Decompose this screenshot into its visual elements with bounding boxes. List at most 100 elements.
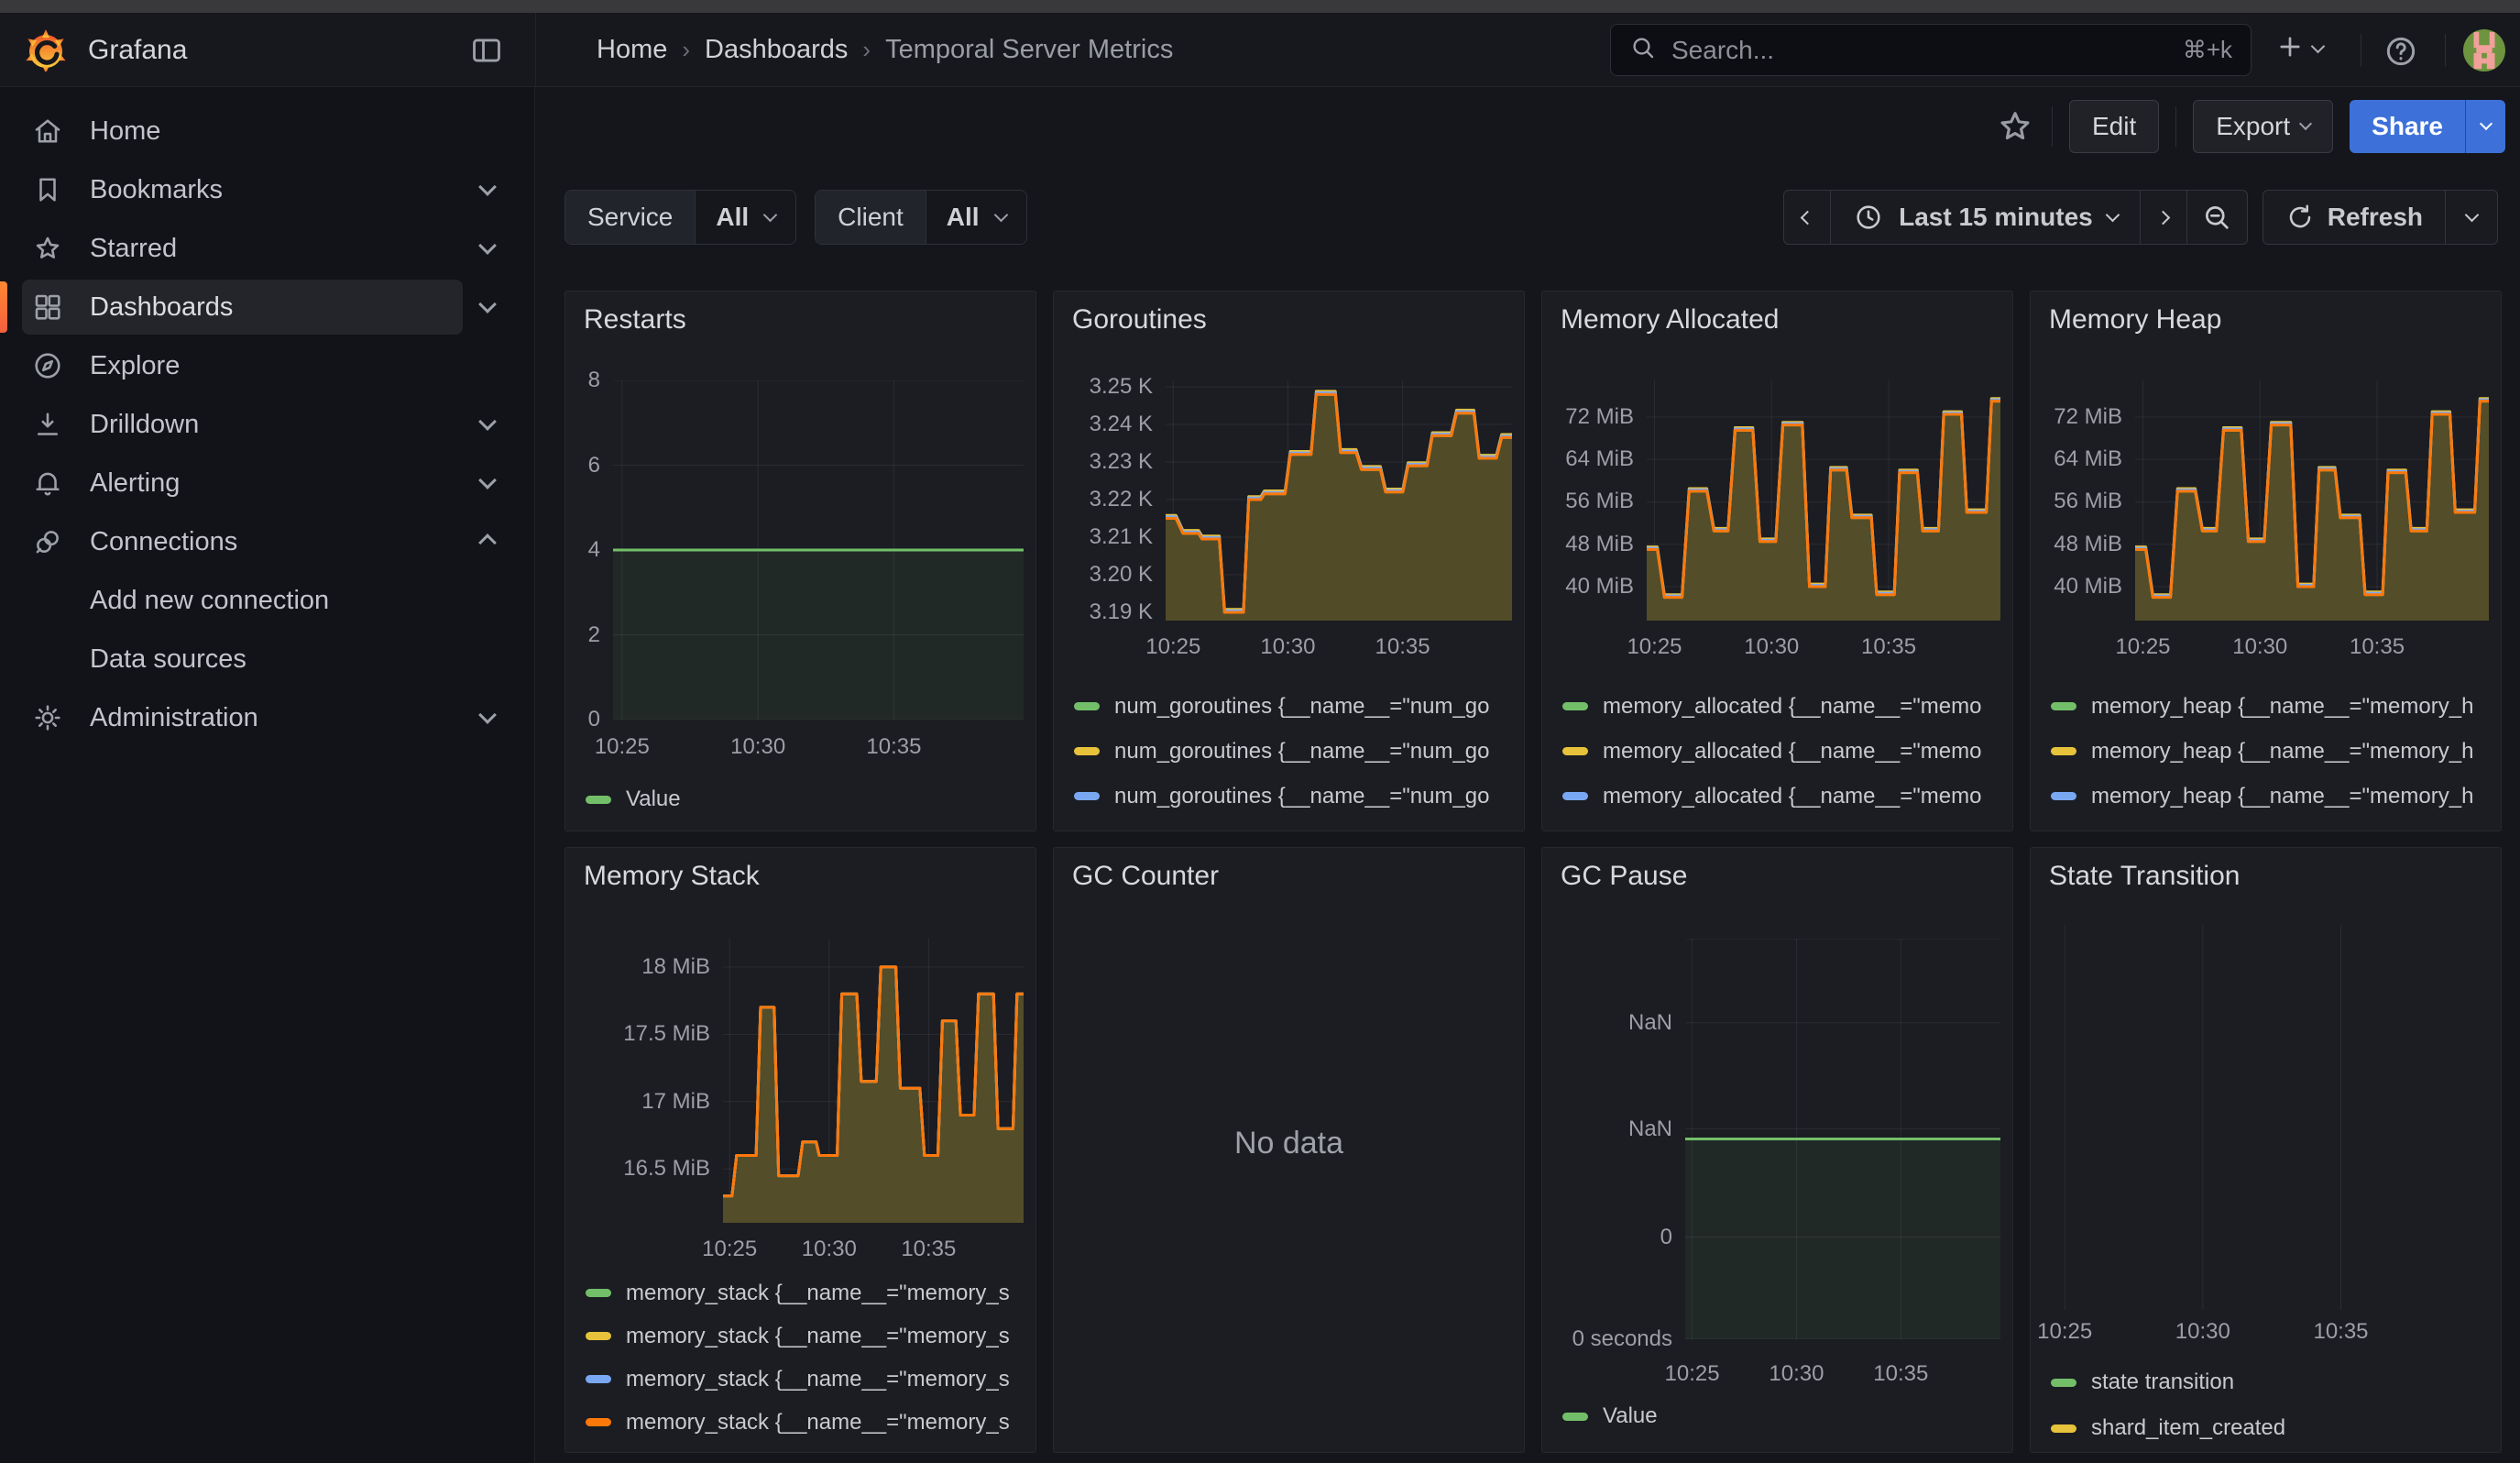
legend-item[interactable]: memory_stack {__name__="memory_s: [586, 1358, 1028, 1401]
window-top-strip: [0, 0, 2520, 13]
legend-item[interactable]: shard_item_created: [2051, 1405, 2493, 1451]
breadcrumb-home[interactable]: Home: [597, 35, 667, 65]
sidebar-item-dashboards[interactable]: Dashboards: [0, 278, 534, 336]
sidebar-toggle-icon[interactable]: [469, 33, 504, 68]
x-axis-tick: 10:25: [1109, 634, 1237, 660]
drilldown-icon: [31, 408, 64, 441]
client-filter[interactable]: Client All: [815, 190, 1026, 245]
refresh-interval-chevron[interactable]: [2445, 190, 2498, 245]
edit-button[interactable]: Edit: [2069, 100, 2159, 153]
time-back-button[interactable]: [1783, 190, 1831, 245]
chart-plot-area[interactable]: [1647, 380, 2000, 621]
legend-item[interactable]: memory_heap {__name__="memory_h: [2051, 819, 2493, 831]
time-forward-button[interactable]: [2140, 190, 2187, 245]
y-axis-tick: 3.19 K: [1054, 600, 1153, 625]
time-range-picker[interactable]: Last 15 minutes: [1831, 190, 2140, 245]
chart-plot-area[interactable]: [1166, 380, 1512, 621]
panel-title[interactable]: State Transition: [2049, 861, 2240, 892]
sidebar-item-alerting[interactable]: Alerting: [0, 454, 534, 512]
refresh-button[interactable]: Refresh: [2263, 190, 2446, 245]
panel-title[interactable]: Goroutines: [1072, 304, 1207, 336]
search-input-box[interactable]: ⌘+k: [1610, 24, 2252, 76]
client-filter-value[interactable]: All: [926, 191, 1026, 244]
legend-item[interactable]: memory_heap {__name__="memory_h: [2051, 729, 2493, 774]
legend-item[interactable]: num_goroutines {__name__="num_go: [1074, 684, 1517, 729]
x-axis-tick: 10:30: [1707, 634, 1835, 660]
chart-plot-area[interactable]: [723, 939, 1024, 1223]
legend-item[interactable]: num_goroutines {__name__="num_go: [1074, 729, 1517, 774]
legend-item[interactable]: memory_allocated {__name__="memo: [1562, 819, 2005, 831]
legend-item[interactable]: memory_stack {__name__="memory_s: [586, 1271, 1028, 1314]
legend-item[interactable]: Value: [586, 777, 1028, 821]
sidebar-item-connections[interactable]: Connections: [0, 512, 534, 571]
zoom-out-button[interactable]: [2187, 190, 2248, 245]
legend-item[interactable]: memory_stack {__name__="memory_s: [586, 1401, 1028, 1444]
legend-item[interactable]: memory_stack {__name__="memory_s: [586, 1314, 1028, 1358]
grafana-app: Grafana Home › Dashboards › Temporal Ser…: [0, 0, 2520, 1463]
chevron-down-icon: [993, 207, 1008, 222]
search-input[interactable]: [1670, 35, 2170, 66]
sidebar-item-data-sources[interactable]: Data sources: [0, 630, 534, 688]
chevron-down-icon: [481, 710, 494, 726]
chevron-down-icon: [2105, 207, 2120, 222]
panel-title[interactable]: GC Counter: [1072, 861, 1219, 892]
x-axis-tick: 10:25: [2078, 634, 2207, 660]
legend-item[interactable]: num_goroutines {__name__="num_go: [1074, 819, 1517, 831]
chart-plot-area[interactable]: [2040, 925, 2493, 1310]
legend-item[interactable]: memory_allocated {__name__="memo: [1562, 729, 2005, 774]
sidebar-item-administration[interactable]: Administration: [0, 688, 534, 747]
chart-plot-area[interactable]: [1685, 939, 2000, 1339]
chart-plot-area[interactable]: [2135, 380, 2489, 621]
legend-item[interactable]: memory_allocated {__name__="memo: [1562, 774, 2005, 819]
chevron-down-icon: [481, 240, 494, 257]
legend-item[interactable]: Value: [1562, 1394, 2005, 1438]
x-axis-tick: 10:35: [1824, 634, 1953, 660]
help-icon[interactable]: [2383, 33, 2419, 70]
chevron-left-icon: [1800, 210, 1814, 225]
panel-title[interactable]: Restarts: [584, 304, 686, 336]
share-button[interactable]: Share: [2350, 100, 2465, 153]
y-axis-tick: 3.24 K: [1054, 412, 1153, 437]
panel-title[interactable]: GC Pause: [1561, 861, 1687, 892]
add-new-button[interactable]: [2274, 31, 2323, 67]
export-button[interactable]: Export: [2193, 100, 2333, 153]
legend-series-label: Value: [626, 786, 681, 812]
bookmark-icon: [31, 173, 64, 206]
sidebar-item-add-new-connection[interactable]: Add new connection: [0, 571, 534, 630]
chevron-down-icon: [2299, 116, 2312, 129]
grafana-logo-icon[interactable]: [24, 28, 68, 72]
legend-item[interactable]: state transition: [2051, 1359, 2493, 1405]
legend-item[interactable]: memory_allocated {__name__="memo: [1562, 684, 2005, 729]
sidebar-item-starred[interactable]: Starred: [0, 219, 534, 278]
panel-title[interactable]: Memory Stack: [584, 861, 760, 892]
variable-filters: Service All Client All: [564, 190, 1027, 245]
sidebar-item-bookmarks[interactable]: Bookmarks: [0, 160, 534, 219]
share-options-chevron[interactable]: [2465, 100, 2505, 153]
legend-series-swatch: [2051, 747, 2076, 755]
legend-item[interactable]: memory_heap {__name__="memory_h: [2051, 684, 2493, 729]
legend-series-label: num_goroutines {__name__="num_go: [1114, 694, 1490, 720]
panel-title[interactable]: Memory Heap: [2049, 304, 2221, 336]
filter-label: Client: [816, 191, 926, 244]
legend-series-label: num_goroutines {__name__="num_go: [1114, 739, 1490, 764]
breadcrumb-dashboards[interactable]: Dashboards: [705, 35, 848, 65]
zoom-out-icon: [2201, 202, 2232, 233]
chart-plot-area[interactable]: [613, 380, 1024, 720]
sidebar-item-drilldown[interactable]: Drilldown: [0, 395, 534, 454]
y-axis-tick: 64 MiB: [1542, 446, 1634, 472]
legend-series-label: memory_stack {__name__="memory_s: [626, 1367, 1010, 1392]
legend-series-swatch: [1562, 747, 1588, 755]
y-axis-tick: 0: [565, 707, 600, 732]
sidebar-item-explore[interactable]: Explore: [0, 336, 534, 395]
service-filter[interactable]: Service All: [564, 190, 796, 245]
filter-label: Service: [565, 191, 695, 244]
legend-item[interactable]: num_goroutines {__name__="num_go: [1074, 774, 1517, 819]
sidebar-item-home[interactable]: Home: [0, 102, 534, 160]
favorite-star-icon[interactable]: [1995, 106, 2035, 147]
legend-series-label: memory_allocated {__name__="memo: [1603, 694, 1981, 720]
grid-icon: [31, 291, 64, 324]
service-filter-value[interactable]: All: [695, 191, 795, 244]
legend-item[interactable]: memory_heap {__name__="memory_h: [2051, 774, 2493, 819]
avatar[interactable]: [2463, 29, 2505, 72]
panel-title[interactable]: Memory Allocated: [1561, 304, 1779, 336]
